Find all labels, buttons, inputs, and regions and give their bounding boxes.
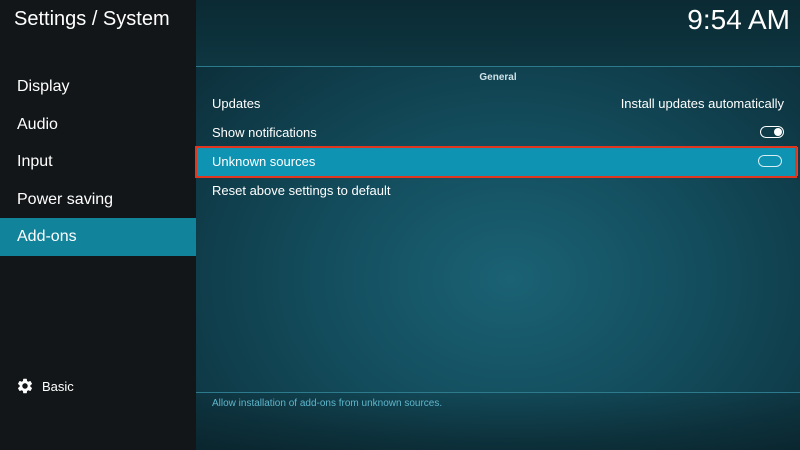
setting-label: Unknown sources [212,154,316,169]
settings-level-button[interactable]: Basic [16,376,74,396]
settings-pane: 9:54 AM General Updates Install updates … [196,0,800,450]
toggle-on-icon[interactable] [760,126,784,138]
setting-unknown-sources[interactable]: Unknown sources [196,147,798,176]
sidebar-item-power-saving[interactable]: Power saving [0,181,196,219]
sidebar-item-input[interactable]: Input [0,143,196,181]
kodi-settings-window: Settings / System Display Audio Input Po… [0,0,800,450]
settings-level-label: Basic [42,378,74,394]
setting-description: Allow installation of add-ons from unkno… [212,398,443,409]
setting-updates[interactable]: Updates Install updates automatically [196,89,800,118]
setting-value: Install updates automatically [620,96,784,111]
toggle-off-icon[interactable] [758,155,782,167]
setting-label: Reset above settings to default [212,183,391,198]
sidebar-item-display[interactable]: Display [0,68,196,106]
category-menu: Display Audio Input Power saving Add-ons [0,68,196,256]
setting-reset-defaults[interactable]: Reset above settings to default [196,176,800,205]
clock: 9:54 AM [687,4,790,35]
setting-label: Updates [212,96,261,111]
setting-label: Show notifications [212,125,317,140]
section-title: General [479,72,517,83]
divider [196,392,800,393]
sidebar-item-audio[interactable]: Audio [0,106,196,144]
gear-icon [16,377,34,395]
sidebar-item-add-ons[interactable]: Add-ons [0,218,196,256]
sidebar: Settings / System Display Audio Input Po… [0,0,196,450]
settings-list: Updates Install updates automatically Sh… [196,89,800,205]
setting-show-notifications[interactable]: Show notifications [196,118,800,147]
divider [196,66,800,67]
breadcrumb: Settings / System [14,8,170,30]
